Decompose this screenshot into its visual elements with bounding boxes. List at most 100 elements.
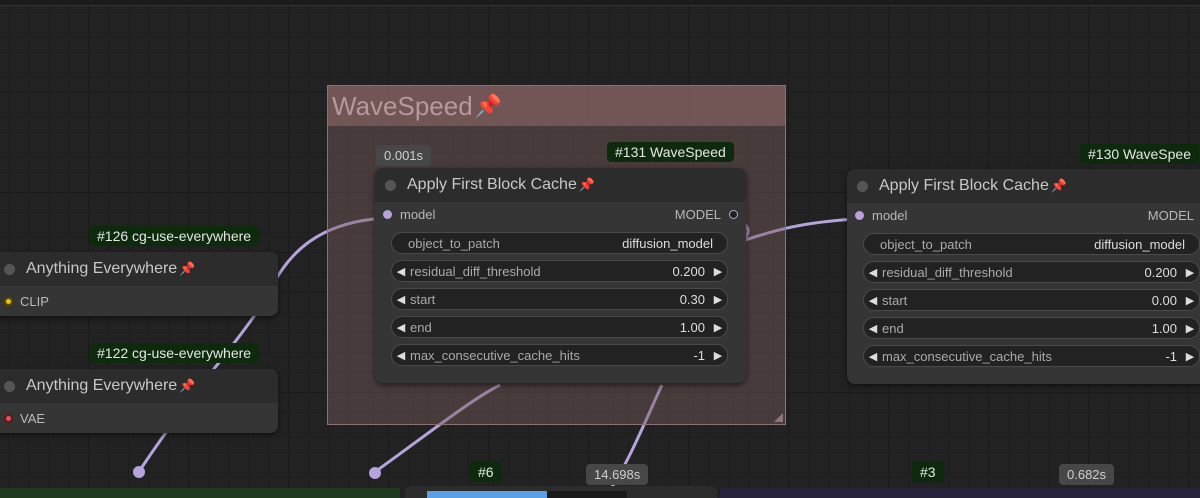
node-id-badge: #3 [912, 462, 944, 482]
widget-value: 0.200 [1144, 264, 1177, 280]
execution-time-badge: 14.698s [586, 464, 649, 485]
increment-arrow-icon[interactable]: ▶ [1181, 294, 1199, 307]
widget-start[interactable]: ◀ start 0.30 ▶ [391, 288, 728, 310]
increment-arrow-icon[interactable]: ▶ [709, 265, 727, 278]
widget-value: 1.00 [679, 319, 705, 335]
input-label: CLIP [20, 293, 49, 309]
widget-label: object_to_patch [880, 236, 972, 252]
node-apply-first-block-cache-130[interactable]: Apply First Block Cache 📌 model MODEL ob… [847, 169, 1200, 384]
port-dot-icon[interactable] [383, 210, 392, 219]
decrement-arrow-icon[interactable]: ◀ [392, 321, 410, 334]
node-id-badge: #130 WaveSpee [1080, 144, 1199, 164]
input-port-clip[interactable]: CLIP [0, 286, 278, 316]
port-dot-icon[interactable] [4, 413, 13, 423]
input-port-vae[interactable]: VAE [0, 403, 278, 433]
node-id-badge: #122 cg-use-everywhere [89, 343, 260, 363]
port-row: model MODEL [375, 202, 746, 224]
increment-arrow-icon[interactable]: ▶ [709, 293, 727, 306]
widget-label: end [410, 319, 432, 335]
input-port-model[interactable]: model [855, 208, 907, 223]
collapse-dot-icon[interactable] [4, 380, 15, 392]
partial-node[interactable] [0, 488, 400, 498]
increment-arrow-icon[interactable]: ▶ [1181, 350, 1199, 363]
widget-value: diffusion_model [622, 235, 713, 251]
collapse-dot-icon[interactable] [857, 180, 868, 192]
node-title-bar[interactable]: Apply First Block Cache 📌 [375, 168, 746, 202]
output-label: MODEL [674, 207, 721, 222]
port-dot-icon[interactable] [729, 210, 738, 219]
widget-label: max_consecutive_cache_hits [882, 348, 1052, 364]
decrement-arrow-icon[interactable]: ◀ [392, 293, 410, 306]
node-apply-first-block-cache-131[interactable]: Apply First Block Cache 📌 model MODEL ob… [375, 168, 746, 383]
increment-arrow-icon[interactable]: ▶ [1181, 322, 1199, 335]
decrement-arrow-icon[interactable]: ◀ [392, 265, 410, 278]
output-port-model[interactable]: MODEL [1148, 208, 1194, 223]
partial-node[interactable] [405, 486, 717, 498]
widget-label: start [410, 291, 436, 307]
widget-start[interactable]: ◀ start 0.00 ▶ [863, 289, 1200, 311]
execution-time-badge: 0.682s [1059, 464, 1115, 485]
widget-label: residual_diff_threshold [410, 263, 541, 279]
input-port-model[interactable]: model [383, 207, 435, 222]
pushpin-icon: 📌 [474, 93, 503, 119]
group-resize-handle[interactable] [774, 413, 783, 422]
decrement-arrow-icon[interactable]: ◀ [864, 350, 882, 363]
decrement-arrow-icon[interactable]: ◀ [864, 294, 882, 307]
reroute-dot[interactable] [133, 466, 145, 478]
increment-arrow-icon[interactable]: ▶ [1181, 266, 1199, 279]
node-title-bar[interactable]: Anything Everywhere 📌 [0, 369, 278, 403]
decrement-arrow-icon[interactable]: ◀ [392, 349, 410, 362]
widget-value: -1 [1165, 348, 1177, 364]
node-title-bar[interactable]: Anything Everywhere 📌 [0, 252, 278, 286]
group-header[interactable]: WaveSpeed 📌 [328, 86, 785, 126]
widget-end[interactable]: ◀ end 1.00 ▶ [391, 316, 728, 338]
node-title-bar[interactable]: Apply First Block Cache 📌 [847, 169, 1200, 203]
decrement-arrow-icon[interactable]: ◀ [864, 266, 882, 279]
node-title: Anything Everywhere [26, 260, 178, 277]
node-id-badge: #126 cg-use-everywhere [89, 226, 260, 246]
widget-value: 0.200 [672, 263, 705, 279]
partial-node[interactable] [720, 488, 1200, 498]
port-dot-icon[interactable] [855, 211, 864, 220]
node-anything-everywhere-126[interactable]: Anything Everywhere 📌 CLIP [0, 252, 278, 316]
widget-residual-diff-threshold[interactable]: ◀ residual_diff_threshold 0.200 ▶ [863, 261, 1200, 283]
node-id-badge: #6 [470, 462, 502, 482]
widget-value: 0.30 [679, 291, 705, 307]
widget-object-to-patch[interactable]: object_to_patch diffusion_model [391, 232, 728, 254]
port-dot-icon[interactable] [4, 296, 13, 306]
widget-label: residual_diff_threshold [882, 264, 1013, 280]
output-label: MODEL [1147, 208, 1194, 223]
progress-fill [427, 491, 547, 498]
pushpin-icon: 📌 [179, 261, 196, 276]
collapse-dot-icon[interactable] [4, 263, 15, 275]
widget-value: diffusion_model [1094, 236, 1185, 252]
increment-arrow-icon[interactable]: ▶ [709, 321, 727, 334]
widget-value: -1 [693, 347, 705, 363]
reroute-dot[interactable] [369, 467, 381, 479]
decrement-arrow-icon[interactable]: ◀ [864, 322, 882, 335]
widget-label: end [882, 320, 904, 336]
pushpin-icon: 📌 [1050, 178, 1068, 193]
increment-arrow-icon[interactable]: ▶ [709, 349, 727, 362]
widget-residual-diff-threshold[interactable]: ◀ residual_diff_threshold 0.200 ▶ [391, 260, 728, 282]
node-anything-everywhere-122[interactable]: Anything Everywhere 📌 VAE [0, 369, 278, 433]
execution-time-badge: 0.001s [376, 145, 432, 166]
input-label: model [400, 207, 436, 222]
pushpin-icon: 📌 [578, 177, 596, 192]
node-title: Apply First Block Cache [407, 176, 577, 193]
widget-max-consecutive-cache-hits[interactable]: ◀ max_consecutive_cache_hits -1 ▶ [863, 345, 1200, 367]
group-title: WaveSpeed [332, 90, 473, 121]
pushpin-icon: 📌 [179, 378, 196, 393]
output-port-model[interactable]: MODEL [675, 207, 738, 222]
widget-label: start [882, 292, 908, 308]
widget-end[interactable]: ◀ end 1.00 ▶ [863, 317, 1200, 339]
node-title: Apply First Block Cache [879, 177, 1049, 194]
widget-object-to-patch[interactable]: object_to_patch diffusion_model [863, 233, 1200, 255]
node-title: Anything Everywhere [26, 377, 178, 394]
widget-label: max_consecutive_cache_hits [410, 347, 580, 363]
node-id-badge: #131 WaveSpeed [607, 142, 734, 162]
widget-max-consecutive-cache-hits[interactable]: ◀ max_consecutive_cache_hits -1 ▶ [391, 344, 728, 366]
widget-label: object_to_patch [408, 235, 500, 251]
input-label: model [872, 208, 908, 223]
collapse-dot-icon[interactable] [385, 179, 396, 191]
